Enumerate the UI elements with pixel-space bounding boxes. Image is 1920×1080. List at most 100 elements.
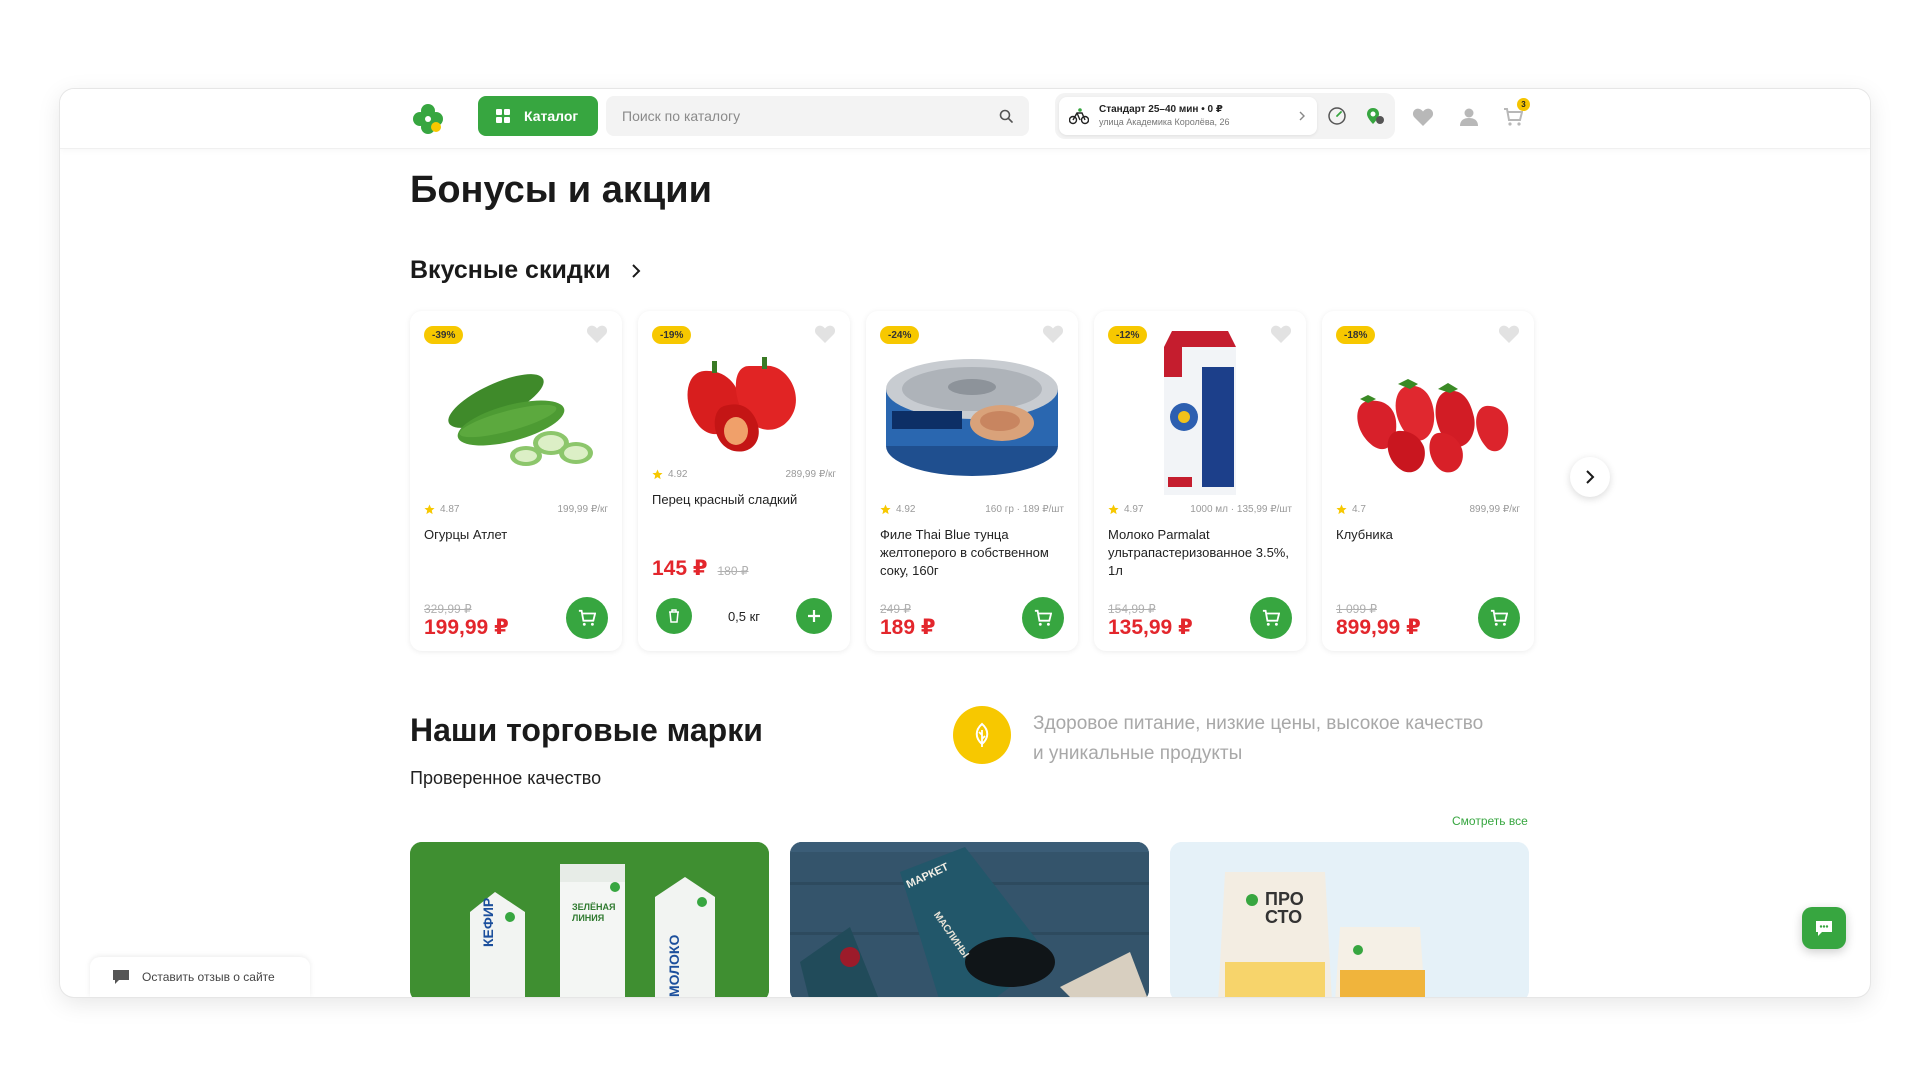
brands-section-title: Наши торговые марки — [410, 712, 763, 748]
current-price: 135,99 ₽ — [1108, 616, 1193, 639]
rating-value: 4.97 — [1124, 504, 1144, 515]
increase-quantity-button[interactable] — [796, 598, 832, 634]
brand-card-prosto[interactable]: ПРО СТО — [1170, 842, 1529, 997]
unit-price: 899,99 ₽/кг — [1469, 504, 1520, 515]
favorite-heart-icon[interactable] — [1042, 324, 1064, 344]
product-name[interactable]: Перец красный сладкий — [652, 491, 836, 509]
strawberry-image — [1357, 379, 1509, 473]
product-meta: 4.92 160 гр · 189 ₽/шт — [880, 504, 1064, 515]
discounts-title-text: Вкусные скидки — [410, 256, 611, 284]
delivery-mode: Стандарт 25–40 мин • 0 ₽ — [1099, 104, 1223, 115]
brands-subtitle: Проверенное качество — [410, 768, 602, 788]
chat-bubble-icon — [113, 970, 129, 984]
product-name[interactable]: Филе Thai Blue тунца желтоперого в собст… — [880, 526, 1064, 580]
timer-icon[interactable] — [1327, 106, 1347, 126]
star-icon — [652, 469, 663, 480]
discounts-section-title[interactable]: Вкусные скидки — [410, 256, 643, 285]
page-title: Бонусы и акции — [410, 169, 712, 211]
unit-price: 199,99 ₽/кг — [557, 504, 608, 515]
cart-icon — [1034, 609, 1052, 626]
product-name[interactable]: Огурцы Атлет — [424, 526, 608, 544]
search-input[interactable] — [622, 108, 999, 124]
cart-icon[interactable]: 3 — [1500, 98, 1530, 130]
favorites-icon[interactable] — [1410, 104, 1436, 130]
brand-pack-label: ЗЕЛЁНАЯ ЛИНИЯ — [572, 902, 616, 923]
product-card[interactable]: -19% 4.92 289,99 ₽/кг Перец красный слад… — [638, 311, 850, 651]
old-price: 1 099 ₽ — [1336, 602, 1377, 616]
discount-badge: -24% — [880, 326, 920, 344]
product-card[interactable]: -18% 4.7 899,99 ₽/кг Клубника 1 099 ₽ 89… — [1322, 311, 1534, 651]
brand-pack-label: ПРО СТО — [1265, 889, 1304, 927]
unit-price: 1000 мл · 135,99 ₽/шт — [1190, 504, 1292, 515]
search-box — [606, 96, 1029, 136]
favorite-heart-icon[interactable] — [814, 324, 836, 344]
chevron-right-icon — [1299, 111, 1305, 121]
product-card[interactable]: -24% 4.92 160 гр · 189 ₽/шт Филе Thai Bl… — [866, 311, 1078, 651]
chevron-right-icon — [631, 263, 641, 278]
profile-icon[interactable] — [1456, 104, 1482, 130]
cart-icon — [578, 609, 596, 626]
brand-image — [1170, 842, 1529, 997]
unit-price: 289,99 ₽/кг — [785, 469, 836, 480]
add-to-cart-button[interactable] — [1250, 597, 1292, 639]
brand-image — [790, 842, 1149, 997]
price-row: 145 ₽ 180 ₽ — [652, 556, 748, 581]
old-price: 249 ₽ — [880, 602, 911, 616]
star-icon — [424, 504, 435, 515]
leaf-icon — [975, 722, 989, 747]
unit-price: 160 гр · 189 ₽/шт — [985, 504, 1064, 515]
logo[interactable] — [410, 101, 446, 137]
site-header: Каталог Стандарт 25–40 мин • 0 ₽ улица — [60, 89, 1870, 149]
see-all-link[interactable]: Смотреть все — [1452, 814, 1528, 828]
chat-support-button[interactable] — [1802, 907, 1846, 949]
brand-card-zelenaya-liniya[interactable]: КЕФИР ЗЕЛЁНАЯ ЛИНИЯ МОЛОКО — [410, 842, 769, 997]
rating-value: 4.92 — [668, 469, 688, 480]
search-icon[interactable] — [999, 109, 1013, 123]
add-to-cart-button[interactable] — [1478, 597, 1520, 639]
favorite-heart-icon[interactable] — [586, 324, 608, 344]
product-name[interactable]: Молоко Parmalat ультрапастеризованное 3.… — [1108, 526, 1292, 580]
product-meta: 4.97 1000 мл · 135,99 ₽/шт — [1108, 504, 1292, 515]
store-location-icon[interactable] — [1365, 106, 1385, 126]
delivery-address: улица Академика Королёва, 26 — [1099, 117, 1230, 127]
brands-description: Здоровое питание, низкие цены, высокое к… — [1033, 713, 1484, 764]
catalog-label: Каталог — [524, 108, 579, 124]
product-meta: 4.7 899,99 ₽/кг — [1336, 504, 1520, 515]
leaf-badge — [953, 706, 1011, 764]
product-name[interactable]: Клубника — [1336, 526, 1520, 544]
chevron-right-icon — [1586, 470, 1595, 484]
carousel-next-button[interactable] — [1570, 457, 1610, 497]
discount-badge: -18% — [1336, 326, 1376, 344]
rating-value: 4.92 — [896, 504, 916, 515]
delivery-selector[interactable]: Стандарт 25–40 мин • 0 ₽ улица Академика… — [1059, 97, 1317, 135]
add-to-cart-button[interactable] — [566, 597, 608, 639]
current-price: 145 ₽ — [652, 557, 708, 580]
trash-icon — [669, 609, 679, 623]
old-price: 154,99 ₽ — [1108, 602, 1156, 616]
cart-count-badge: 3 — [1517, 98, 1530, 111]
courier-bike-icon — [1069, 108, 1089, 125]
rating-value: 4.87 — [440, 504, 460, 515]
current-price: 189 ₽ — [880, 616, 936, 639]
delivery-panel: Стандарт 25–40 мин • 0 ₽ улица Академика… — [1055, 93, 1395, 139]
brand-pack-label: КЕФИР — [480, 897, 496, 947]
milk-carton-image — [1164, 331, 1236, 495]
current-price: 899,99 ₽ — [1336, 616, 1421, 639]
chat-icon — [1816, 921, 1832, 936]
product-meta: 4.87 199,99 ₽/кг — [424, 504, 608, 515]
quantity-value: 0,5 кг — [727, 608, 761, 624]
remove-button[interactable] — [656, 598, 692, 634]
favorite-heart-icon[interactable] — [1498, 324, 1520, 344]
product-card[interactable]: -12% 4.97 1000 мл · 135,99 ₽/шт Молоко P… — [1094, 311, 1306, 651]
red-pepper-image — [687, 357, 796, 452]
add-to-cart-button[interactable] — [1022, 597, 1064, 639]
product-card[interactable]: -39% 4.87 199,99 ₽/кг Огурцы Атлет 329,9… — [410, 311, 622, 651]
brand-card-market[interactable]: МАРКЕТ МАСЛИНЫ — [790, 842, 1149, 997]
cart-icon — [1490, 609, 1508, 626]
feedback-button[interactable]: Оставить отзыв о сайте — [90, 957, 310, 997]
feedback-label: Оставить отзыв о сайте — [142, 970, 275, 984]
plus-icon — [808, 610, 820, 622]
catalog-button[interactable]: Каталог — [478, 96, 598, 136]
star-icon — [1336, 504, 1347, 515]
tuna-can-image — [886, 359, 1058, 476]
